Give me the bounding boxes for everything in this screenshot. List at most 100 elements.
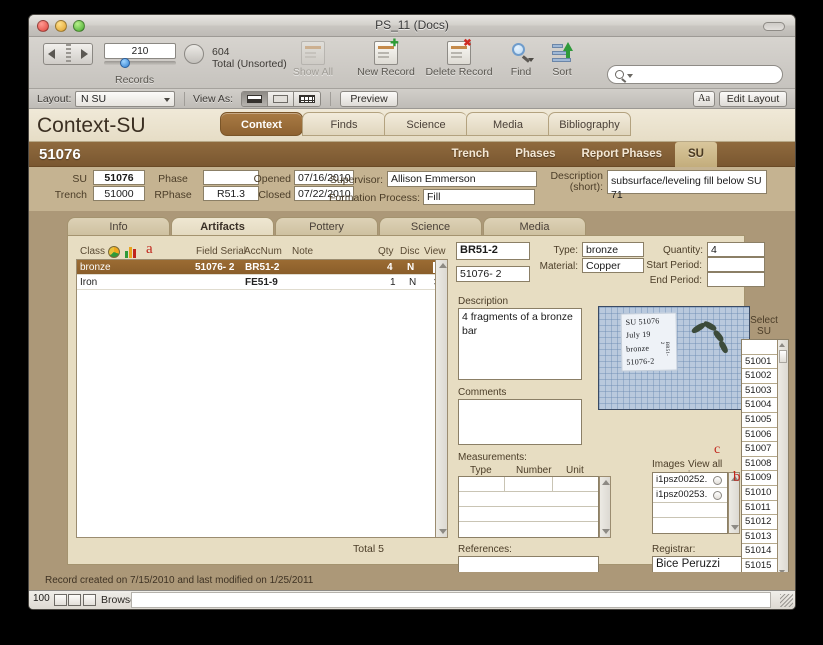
record-number-group[interactable]: 210 [104, 43, 176, 68]
trench-field[interactable]: 51000 [93, 186, 145, 201]
measurement-cell-unit[interactable] [553, 477, 600, 491]
image-radio-icon[interactable] [713, 491, 722, 500]
supervisor-field[interactable]: Allison Emmerson [387, 171, 537, 187]
text-format-button[interactable]: Aa [693, 91, 715, 107]
su-list-item[interactable] [742, 340, 777, 355]
su-list-item[interactable]: 51006 [742, 427, 777, 443]
detail-accnum-field[interactable]: BR51-2 [456, 242, 530, 260]
images-list[interactable]: i1psz00252. i1psz00253. [652, 472, 728, 534]
artifact-photo[interactable]: SU 51076 July 19 bronze 51076-2 BR51-2 [598, 306, 750, 410]
inner-tab-media[interactable]: Media [483, 217, 586, 236]
show-all-button[interactable]: Show All [281, 41, 345, 78]
su-list-item[interactable]: 51008 [742, 456, 777, 472]
su-list-item[interactable]: 51004 [742, 398, 777, 413]
su-list-item[interactable]: 51013 [742, 529, 777, 545]
next-record-icon[interactable] [81, 49, 88, 59]
su-list-scrollbar[interactable] [777, 340, 788, 577]
su-list-item[interactable]: 51003 [742, 383, 777, 399]
measurements-scrollbar[interactable] [599, 476, 611, 538]
inner-tab-pottery[interactable]: Pottery [275, 217, 378, 236]
scroll-up-icon[interactable] [439, 263, 447, 268]
table-row[interactable]: Iron FE51-9 1 N > [77, 275, 440, 290]
su-list-item[interactable]: 51010 [742, 485, 777, 501]
tab-bibliography[interactable]: Bibliography [548, 112, 631, 136]
view-as-form-button[interactable] [242, 92, 268, 106]
resize-grip-icon[interactable] [780, 594, 793, 607]
measurement-row[interactable] [459, 477, 598, 492]
record-nav-book-icon[interactable] [43, 43, 93, 65]
view-as-segmented-control[interactable] [241, 91, 321, 107]
tab-science[interactable]: Science [384, 112, 467, 136]
scroll-down-icon[interactable] [439, 529, 447, 534]
measurement-row[interactable] [459, 522, 598, 537]
inner-tab-science[interactable]: Science [379, 217, 482, 236]
measurement-row[interactable] [459, 507, 598, 522]
sort-button[interactable]: Sort [534, 41, 590, 78]
su-list-item[interactable]: 51012 [742, 515, 777, 530]
toggle-status-area-icon[interactable] [83, 594, 96, 606]
su-list-item[interactable]: 51007 [742, 442, 777, 457]
su-field[interactable]: 51076 [93, 170, 145, 185]
zoom-out-icon[interactable] [54, 594, 67, 606]
table-row[interactable]: bronze 51076- 2 BR51-2 4 N > [77, 260, 445, 275]
previous-record-icon[interactable] [48, 49, 55, 59]
measurements-grid[interactable] [458, 476, 599, 538]
view-as-list-button[interactable] [268, 92, 294, 106]
image-radio-icon[interactable] [713, 476, 722, 485]
zoom-level[interactable]: 100 [33, 593, 50, 604]
bar-chart-icon[interactable] [125, 246, 138, 258]
su-list-item[interactable]: 51014 [742, 544, 777, 559]
view-as-table-button[interactable] [294, 92, 320, 106]
measurement-row[interactable] [459, 492, 598, 507]
record-slider-knob[interactable] [120, 58, 130, 68]
end-period-field[interactable] [707, 272, 765, 287]
new-record-button[interactable]: ✚ New Record [352, 39, 420, 79]
measurement-cell-number[interactable] [505, 477, 553, 491]
edit-layout-button[interactable]: Edit Layout [719, 91, 787, 107]
material-field[interactable]: Copper Alloy [582, 258, 644, 273]
delete-record-button[interactable]: ✖ Delete Record [421, 39, 497, 79]
layout-select[interactable]: N SU [75, 91, 175, 107]
su-list-item[interactable]: 51011 [742, 500, 777, 516]
list-item[interactable] [653, 503, 727, 518]
record-dial-icon[interactable] [184, 44, 204, 64]
subtab-trench[interactable]: Trench [438, 142, 502, 167]
detail-description-field[interactable]: 4 fragments of a bronze bar [458, 308, 582, 380]
zoom-in-icon[interactable] [68, 594, 81, 606]
scroll-up-icon[interactable] [602, 480, 610, 485]
subtab-su[interactable]: SU [675, 142, 717, 167]
list-item[interactable] [653, 518, 727, 533]
preview-button[interactable]: Preview [340, 91, 398, 107]
formation-process-field[interactable]: Fill [423, 189, 535, 205]
search-input[interactable] [607, 65, 783, 84]
inner-tab-info[interactable]: Info [67, 217, 170, 236]
description-short-field[interactable]: subsurface/leveling fill below SU 71 [607, 170, 767, 201]
tab-finds[interactable]: Finds [302, 112, 385, 136]
tab-media[interactable]: Media [466, 112, 549, 136]
toolbar-toggle-button[interactable] [763, 22, 785, 31]
su-list-item[interactable]: 51009 [742, 471, 777, 486]
su-list-item[interactable]: 51002 [742, 369, 777, 384]
record-number-input[interactable]: 210 [104, 43, 176, 59]
inner-tab-artifacts[interactable]: Artifacts [171, 217, 274, 236]
detail-field-serial-field[interactable]: 51076- 2 [456, 266, 530, 282]
detail-comments-field[interactable] [458, 399, 582, 445]
su-scrollbar-thumb[interactable] [779, 350, 787, 363]
record-slider[interactable] [104, 58, 176, 68]
subtab-report-phases[interactable]: Report Phases [568, 142, 675, 167]
su-list-item[interactable]: 51001 [742, 354, 777, 370]
tab-context[interactable]: Context [220, 112, 303, 136]
artifacts-scrollbar[interactable] [435, 259, 448, 538]
start-period-field[interactable] [707, 257, 765, 272]
search-dropdown-icon[interactable] [627, 74, 633, 78]
quantity-field[interactable]: 4 [707, 242, 765, 257]
list-item[interactable]: i1psz00252. [653, 473, 727, 488]
subtab-phases[interactable]: Phases [502, 142, 568, 167]
record-dial[interactable] [184, 44, 204, 64]
su-list[interactable]: 51001 51002 51003 51004 51005 51006 5100… [741, 339, 789, 578]
record-navigator[interactable] [43, 43, 93, 65]
measurement-cell-type[interactable] [459, 477, 505, 491]
type-field[interactable]: bronze [582, 242, 644, 257]
scroll-up-icon[interactable] [779, 343, 785, 347]
pie-chart-icon[interactable] [108, 246, 120, 258]
